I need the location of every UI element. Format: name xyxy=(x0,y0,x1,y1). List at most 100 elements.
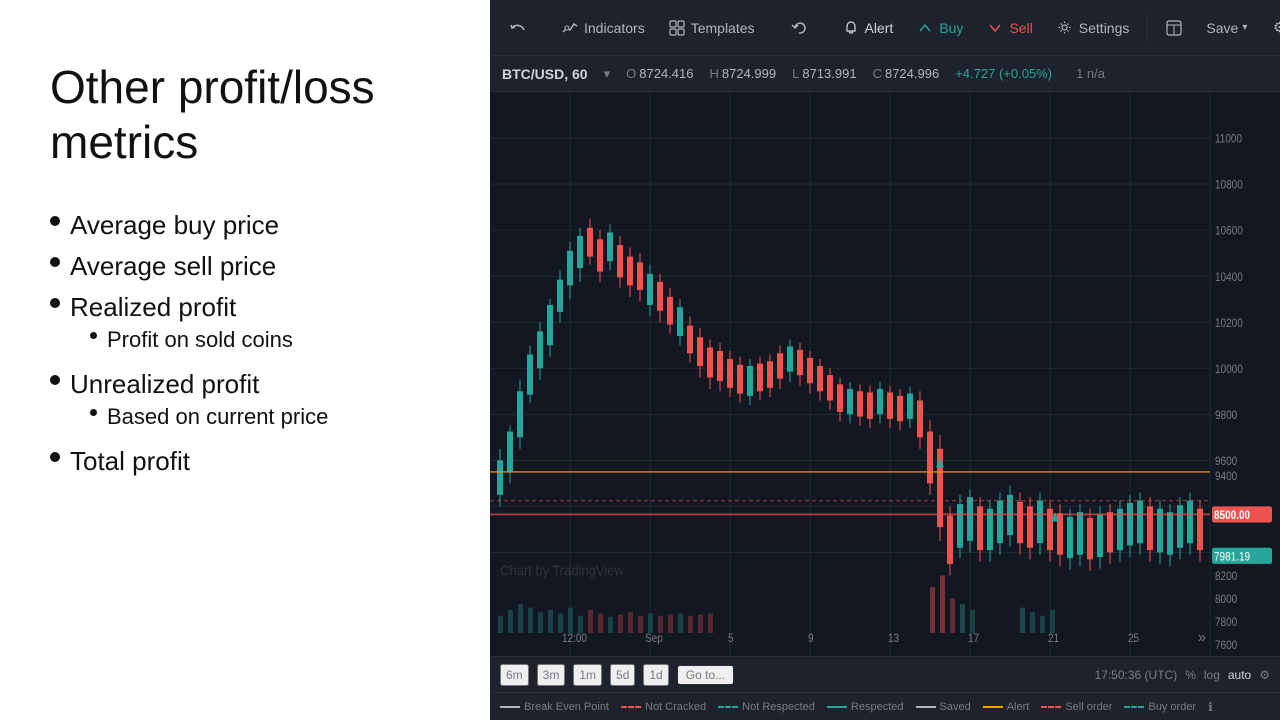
list-item: Unrealized profit Based on current price xyxy=(50,369,440,436)
candle-count: 1 n/a xyxy=(1076,66,1105,81)
slide-title: Other profit/lossmetrics xyxy=(50,60,440,170)
item-text: Unrealized profit xyxy=(70,369,259,399)
save-button[interactable]: Save ▾ xyxy=(1196,14,1257,42)
legend-saved: Saved xyxy=(916,701,971,713)
log-btn[interactable]: log xyxy=(1204,668,1220,682)
bell-icon xyxy=(843,20,859,36)
sub-item-text: Based on current price xyxy=(107,404,328,430)
chart-settings-button[interactable]: ⚙ xyxy=(1261,14,1280,42)
settings-gear-icon: ⚙ xyxy=(1271,20,1280,36)
legend-line-icon xyxy=(1041,706,1061,708)
sell-icon xyxy=(987,20,1003,36)
bullet-dot xyxy=(50,216,60,226)
legend-line-icon xyxy=(916,706,936,708)
svg-text:Sep: Sep xyxy=(645,633,663,646)
candles xyxy=(497,219,1203,576)
item-text: Total profit xyxy=(70,446,190,476)
toolbar-right: Alert Buy Sell xyxy=(833,14,1280,42)
chart-timestamp: 17:50:36 (UTC) xyxy=(1094,668,1177,682)
percent-btn[interactable]: % xyxy=(1185,668,1196,682)
period-6m[interactable]: 6m xyxy=(500,664,529,686)
undo-button[interactable] xyxy=(500,14,536,42)
bullet-dot xyxy=(50,375,60,385)
buy-icon xyxy=(917,20,933,36)
buy-label: Buy xyxy=(939,20,963,36)
sub-bullet-dot xyxy=(90,409,97,416)
legend-label: Saved xyxy=(940,701,971,713)
undo-arrow-button[interactable] xyxy=(781,14,817,42)
svg-text:7800: 7800 xyxy=(1215,616,1237,629)
ticker-symbol: BTC/USD, 60 xyxy=(502,66,588,82)
layout-icon xyxy=(1166,20,1182,36)
legend-label: Alert xyxy=(1007,701,1030,713)
legend-line-icon xyxy=(500,706,520,708)
legend-line-icon xyxy=(621,706,641,708)
time-labels: 12:00 Sep 5 9 13 17 21 25 xyxy=(562,633,1139,646)
auto-btn[interactable]: auto xyxy=(1228,668,1251,682)
svg-text:7981.19: 7981.19 xyxy=(1214,551,1250,564)
period-5d[interactable]: 5d xyxy=(610,664,635,686)
buy-button[interactable]: Buy xyxy=(907,14,973,42)
legend-label: Respected xyxy=(851,701,904,713)
svg-text:10800: 10800 xyxy=(1215,179,1243,192)
chart-area[interactable]: 11000 10800 10600 10400 10200 10000 9800… xyxy=(490,92,1280,656)
legend-line-icon xyxy=(1124,706,1144,708)
toolbar: Indicators Templates xyxy=(490,0,1280,56)
bottom-toolbar: 6m 3m 1m 5d 1d Go to... 17:50:36 (UTC) %… xyxy=(490,656,1280,692)
legend-respected: Respected xyxy=(827,701,904,713)
svg-text:10000: 10000 xyxy=(1215,363,1243,376)
svg-text:9600: 9600 xyxy=(1215,455,1237,468)
sub-item-text: Profit on sold coins xyxy=(107,327,293,353)
templates-button[interactable]: Templates xyxy=(659,14,765,42)
alert-button[interactable]: Alert xyxy=(833,14,904,42)
price-labels: 11000 10800 10600 10400 10200 10000 9800… xyxy=(1212,133,1272,652)
open-value: O8724.416 xyxy=(626,66,693,81)
legend-label: Not Respected xyxy=(742,701,815,713)
sell-button[interactable]: Sell xyxy=(977,14,1042,42)
sub-bullet-dot xyxy=(90,332,97,339)
indicators-label: Indicators xyxy=(584,20,645,36)
indicators-button[interactable]: Indicators xyxy=(552,14,655,42)
svg-text:25: 25 xyxy=(1128,633,1139,646)
svg-text:Chart by TradingView: Chart by TradingView xyxy=(500,562,625,579)
sub-list: Profit on sold coins xyxy=(70,327,293,353)
bullet-list: Average buy price Average sell price Rea… xyxy=(50,210,440,487)
svg-text:»: » xyxy=(1198,628,1206,646)
bullet-dot xyxy=(50,452,60,462)
svg-text:11000: 11000 xyxy=(1215,133,1242,146)
indicators-icon xyxy=(562,20,578,36)
ohlc-inputs: ▾ xyxy=(604,66,611,82)
list-item: Average buy price xyxy=(50,210,440,241)
period-1d[interactable]: 1d xyxy=(643,664,668,686)
bullet-dot xyxy=(50,298,60,308)
period-1m[interactable]: 1m xyxy=(573,664,602,686)
svg-text:10200: 10200 xyxy=(1215,317,1243,330)
low-value: L8713.991 xyxy=(792,66,856,81)
goto-button[interactable]: Go to... xyxy=(677,665,734,685)
svg-text:8000: 8000 xyxy=(1215,593,1237,606)
separator xyxy=(1147,14,1148,42)
settings-icon-bottom[interactable]: ⚙ xyxy=(1259,668,1270,682)
svg-text:21: 21 xyxy=(1048,633,1059,646)
item-text: Realized profit xyxy=(70,292,236,322)
svg-text:7600: 7600 xyxy=(1215,639,1237,652)
layout-button[interactable] xyxy=(1156,14,1192,42)
info-icon[interactable]: ℹ xyxy=(1208,700,1213,714)
volume-bars xyxy=(498,575,1055,633)
legend-break-even: Break Even Point xyxy=(500,701,609,713)
sub-list: Based on current price xyxy=(70,404,328,430)
svg-text:10400: 10400 xyxy=(1215,271,1243,284)
svg-text:12:00: 12:00 xyxy=(562,633,587,646)
legend-not-respected: Not Respected xyxy=(718,701,815,713)
settings-button[interactable]: Settings xyxy=(1047,14,1140,42)
sub-list-item: Based on current price xyxy=(70,404,328,430)
legend-sell-order: Sell order xyxy=(1041,701,1112,713)
bottom-right: 17:50:36 (UTC) % log auto ⚙ xyxy=(1094,668,1270,682)
svg-text:17: 17 xyxy=(968,633,979,646)
chart-svg: 11000 10800 10600 10400 10200 10000 9800… xyxy=(490,92,1280,656)
period-3m[interactable]: 3m xyxy=(537,664,566,686)
legend-line-icon xyxy=(718,706,738,708)
high-value: H8724.999 xyxy=(709,66,776,81)
gear-icon xyxy=(1057,20,1073,36)
left-panel: Other profit/lossmetrics Average buy pri… xyxy=(0,0,490,720)
